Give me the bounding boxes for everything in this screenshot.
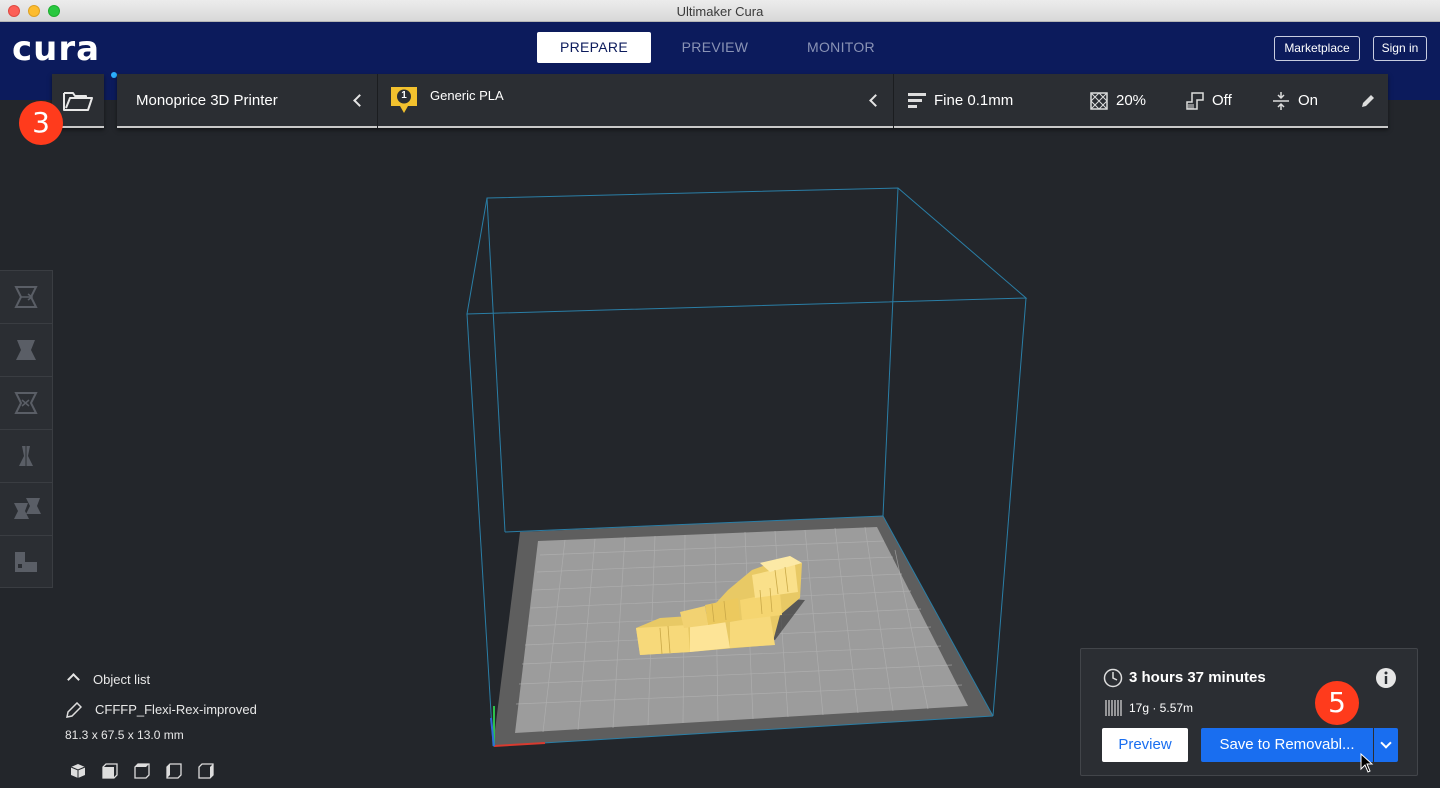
move-icon xyxy=(14,286,38,308)
view-left-icon[interactable] xyxy=(165,762,183,780)
profile-label: Fine 0.1mm xyxy=(934,92,1014,109)
object-list-toggle[interactable]: Object list xyxy=(64,668,184,690)
view-3d-icon[interactable] xyxy=(69,762,87,780)
tab-prepare[interactable]: PREPARE xyxy=(537,32,651,63)
view-front-icon[interactable] xyxy=(101,762,119,780)
sign-in-button[interactable]: Sign in xyxy=(1373,36,1427,61)
cura-logo: cura xyxy=(12,29,101,69)
window-title: Ultimaker Cura xyxy=(676,4,764,19)
transform-toolbar xyxy=(0,270,53,588)
per-model-settings-icon xyxy=(14,498,41,519)
object-list-label: Object list xyxy=(93,672,151,687)
mirror-tool-button[interactable] xyxy=(0,430,52,483)
save-to-removable-button[interactable]: Save to Removabl... xyxy=(1201,728,1373,762)
material-usage: 17g · 5.57m xyxy=(1129,701,1194,715)
pencil-icon xyxy=(66,702,82,718)
annotation-badge-5: 5 xyxy=(1315,681,1359,725)
print-settings-selector[interactable]: Fine 0.1mm 20% Off On xyxy=(894,74,1388,128)
per-model-settings-button[interactable] xyxy=(0,483,52,536)
scale-icon xyxy=(16,340,36,360)
material-selector[interactable]: 1 Generic PLA xyxy=(378,74,893,128)
pencil-icon[interactable] xyxy=(1361,94,1375,108)
chevron-up-icon xyxy=(67,673,80,686)
support-blocker-button[interactable] xyxy=(0,536,52,589)
mouse-cursor-icon xyxy=(1360,753,1374,773)
object-name[interactable]: CFFFP_Flexi-Rex-improved xyxy=(95,702,257,717)
rotate-icon xyxy=(14,392,38,414)
support-icon xyxy=(1186,92,1204,110)
tab-preview[interactable]: PREVIEW xyxy=(665,32,765,63)
tab-monitor[interactable]: MONITOR xyxy=(790,32,892,63)
chevron-left-icon xyxy=(353,94,366,107)
printer-selector[interactable]: Monoprice 3D Printer xyxy=(117,74,377,128)
material-name: Generic PLA xyxy=(430,88,504,103)
printer-name: Monoprice 3D Printer xyxy=(136,92,278,109)
layer-height-icon xyxy=(908,93,926,108)
scale-tool-button[interactable] xyxy=(0,324,52,377)
save-options-dropdown[interactable] xyxy=(1374,728,1398,762)
chevron-down-icon xyxy=(1380,737,1392,749)
support-blocker-icon xyxy=(15,552,37,572)
clock-icon xyxy=(1103,668,1123,688)
infill-icon xyxy=(1090,92,1108,110)
preview-button[interactable]: Preview xyxy=(1102,728,1188,762)
print-setup-bar: Monoprice 3D Printer 1 Generic PLA Fine … xyxy=(117,74,1388,128)
extruder-number: 1 xyxy=(401,90,407,101)
view-top-icon[interactable] xyxy=(133,762,151,780)
filament-icon xyxy=(1105,700,1122,716)
print-time: 3 hours 37 minutes xyxy=(1129,669,1266,686)
folder-open-icon xyxy=(63,92,93,111)
info-icon[interactable] xyxy=(1376,668,1396,688)
view-right-icon[interactable] xyxy=(197,762,215,780)
mirror-icon xyxy=(19,444,33,468)
adhesion-icon xyxy=(1273,92,1289,110)
support-value: Off xyxy=(1212,92,1232,109)
rotate-tool-button[interactable] xyxy=(0,377,52,430)
adhesion-value: On xyxy=(1298,92,1319,109)
marketplace-button[interactable]: Marketplace xyxy=(1274,36,1360,61)
chevron-left-icon xyxy=(869,94,882,107)
window-titlebar: Ultimaker Cura xyxy=(0,0,1440,22)
move-tool-button[interactable] xyxy=(0,271,52,324)
object-dimensions: 81.3 x 67.5 x 13.0 mm xyxy=(65,728,184,742)
infill-value: 20% xyxy=(1116,92,1147,109)
